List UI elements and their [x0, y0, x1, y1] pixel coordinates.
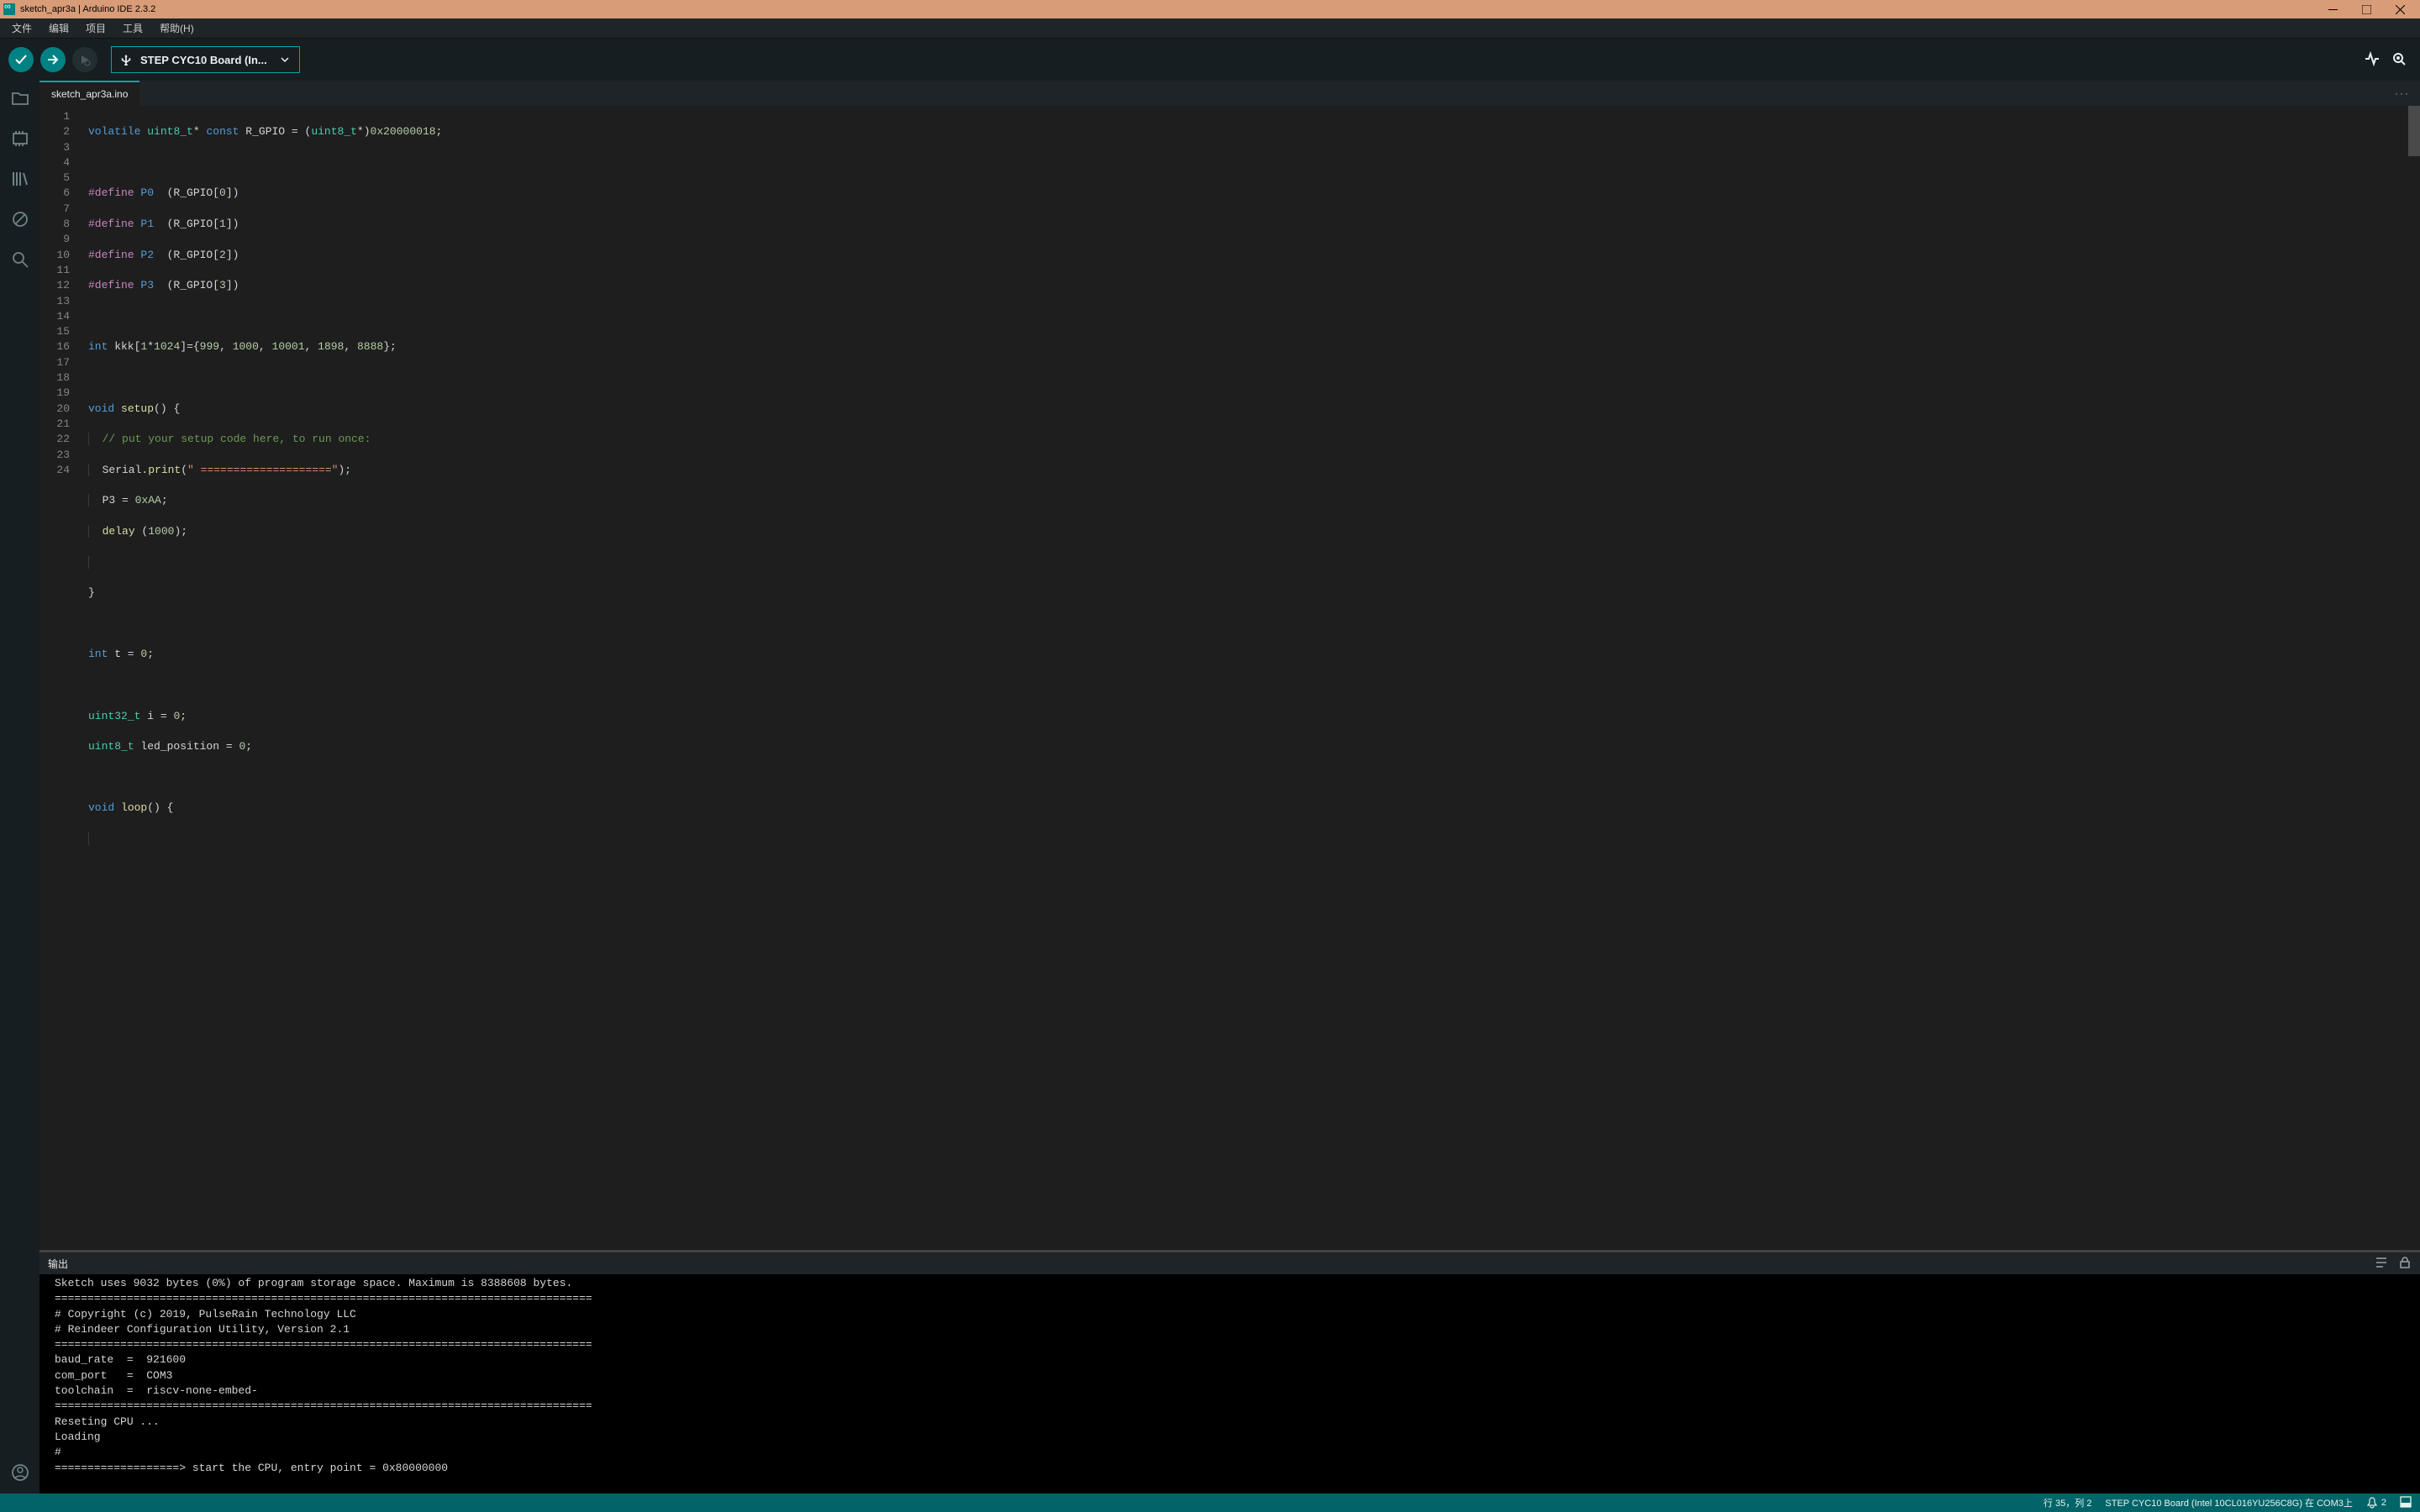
menu-edit[interactable]: 编辑: [40, 18, 77, 39]
tab-active[interactable]: sketch_apr3a.ino: [39, 81, 139, 106]
list-icon: [2375, 1256, 2388, 1269]
board-label: STEP CYC10 Board (In...: [140, 54, 267, 66]
sidebar-library-manager[interactable]: [11, 170, 29, 188]
check-icon: [14, 53, 28, 66]
lock-icon: [2398, 1256, 2412, 1269]
sidebar-boards-manager[interactable]: [11, 129, 29, 148]
window-titlebar: sketch_apr3a | Arduino IDE 2.3.2: [0, 0, 2420, 18]
output-header: 输出: [39, 1252, 2420, 1274]
sidebar-debug[interactable]: [11, 210, 29, 228]
folder-icon: [11, 89, 29, 108]
status-board[interactable]: STEP CYC10 Board (Intel 10CL016YU256C8G)…: [2105, 1496, 2352, 1509]
statusbar: 行 35，列 2 STEP CYC10 Board (Intel 10CL016…: [0, 1494, 2420, 1512]
status-notifications[interactable]: 2: [2366, 1497, 2386, 1509]
cursor-position[interactable]: 行 35，列 2: [2044, 1496, 2091, 1509]
vertical-scrollbar-thumb[interactable]: [2408, 106, 2420, 156]
output-lock-button[interactable]: [2398, 1256, 2412, 1272]
overview-ruler[interactable]: [2408, 106, 2420, 1250]
usb-icon: [120, 54, 132, 66]
verify-button[interactable]: [8, 47, 34, 72]
arduino-logo-icon: [3, 3, 15, 15]
arrow-right-icon: [46, 53, 60, 66]
close-icon: [2396, 5, 2405, 14]
menu-tools[interactable]: 工具: [114, 18, 151, 39]
toolbar: STEP CYC10 Board (In...: [0, 39, 2420, 81]
window-title: sketch_apr3a | Arduino IDE 2.3.2: [20, 4, 155, 14]
output-content[interactable]: Sketch uses 9032 bytes (0%) of program s…: [39, 1274, 2420, 1494]
window-close-button[interactable]: [2383, 0, 2417, 18]
panel-icon: [2400, 1496, 2412, 1508]
menu-help[interactable]: 帮助(H): [151, 18, 203, 39]
debug-button[interactable]: [72, 47, 97, 72]
library-icon: [11, 170, 29, 188]
menubar: 文件 编辑 项目 工具 帮助(H): [0, 18, 2420, 39]
sidebar-sketchbook[interactable]: [11, 89, 29, 108]
window-maximize-button[interactable]: [2349, 0, 2383, 18]
tab-filename: sketch_apr3a.ino: [51, 88, 128, 100]
menu-sketch[interactable]: 项目: [77, 18, 114, 39]
window-minimize-button[interactable]: [2316, 0, 2349, 18]
code-editor[interactable]: 1234 5678 9101112 13141516 17181920 2122…: [39, 106, 2420, 1250]
maximize-icon: [2362, 5, 2371, 14]
sidebar-search[interactable]: [11, 250, 29, 269]
account-icon: [11, 1463, 29, 1482]
serial-monitor-button[interactable]: [2391, 51, 2407, 69]
menu-file[interactable]: 文件: [3, 18, 40, 39]
output-panel: 输出 Sketch uses 9032 bytes (0%) of progra…: [39, 1250, 2420, 1494]
no-debug-icon: [11, 210, 29, 228]
search-icon: [11, 250, 29, 269]
upload-button[interactable]: [40, 47, 66, 72]
bell-icon: [2366, 1497, 2378, 1509]
chevron-down-icon: [281, 55, 289, 64]
main-content: sketch_apr3a.ino ··· 1234 5678 9101112 1…: [0, 81, 2420, 1494]
board-selector[interactable]: STEP CYC10 Board (In...: [111, 46, 300, 73]
editor-area: sketch_apr3a.ino ··· 1234 5678 9101112 1…: [39, 81, 2420, 1494]
output-title: 输出: [48, 1257, 68, 1271]
minimize-icon: [2328, 5, 2338, 14]
editor-tabs: sketch_apr3a.ino ···: [39, 81, 2420, 106]
output-wrap-button[interactable]: [2375, 1256, 2388, 1272]
serial-plotter-button[interactable]: [2365, 51, 2380, 69]
tabs-more-button[interactable]: ···: [2385, 87, 2420, 99]
board-icon: [11, 129, 29, 148]
code-content[interactable]: volatile uint8_t* const R_GPIO = (uint8_…: [78, 106, 2420, 1250]
status-close-panel[interactable]: [2400, 1496, 2412, 1510]
sidebar-account[interactable]: [11, 1463, 29, 1482]
activity-bar: [0, 81, 39, 1494]
magnify-icon: [2391, 51, 2407, 66]
debug-icon: [78, 53, 92, 66]
pulse-icon: [2365, 51, 2380, 66]
line-gutter: 1234 5678 9101112 13141516 17181920 2122…: [39, 106, 78, 1250]
